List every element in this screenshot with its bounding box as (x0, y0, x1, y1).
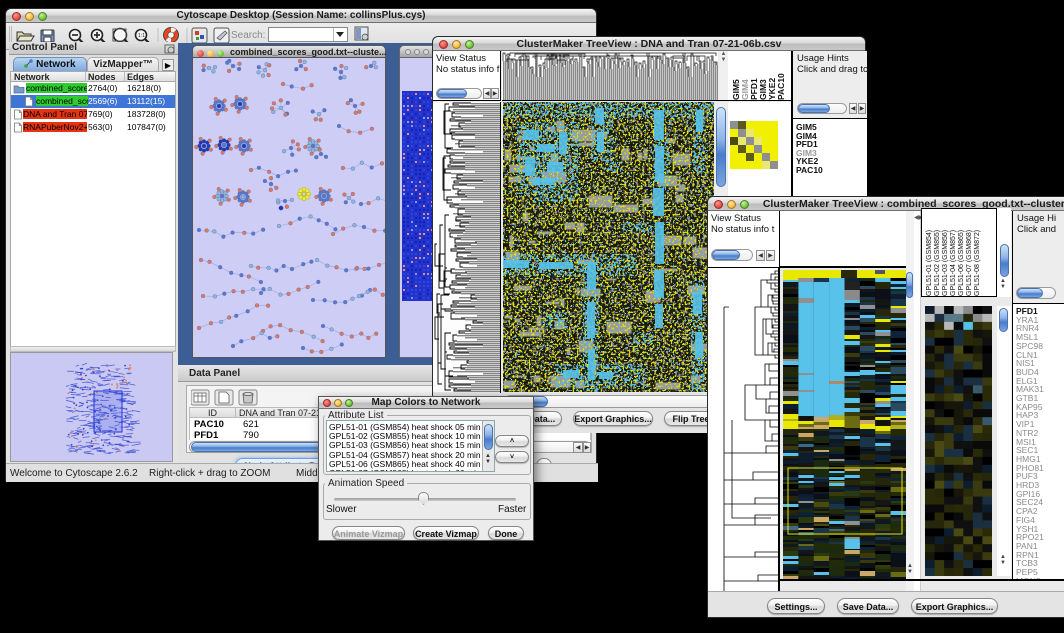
svg-text:1:1: 1:1 (138, 33, 145, 39)
